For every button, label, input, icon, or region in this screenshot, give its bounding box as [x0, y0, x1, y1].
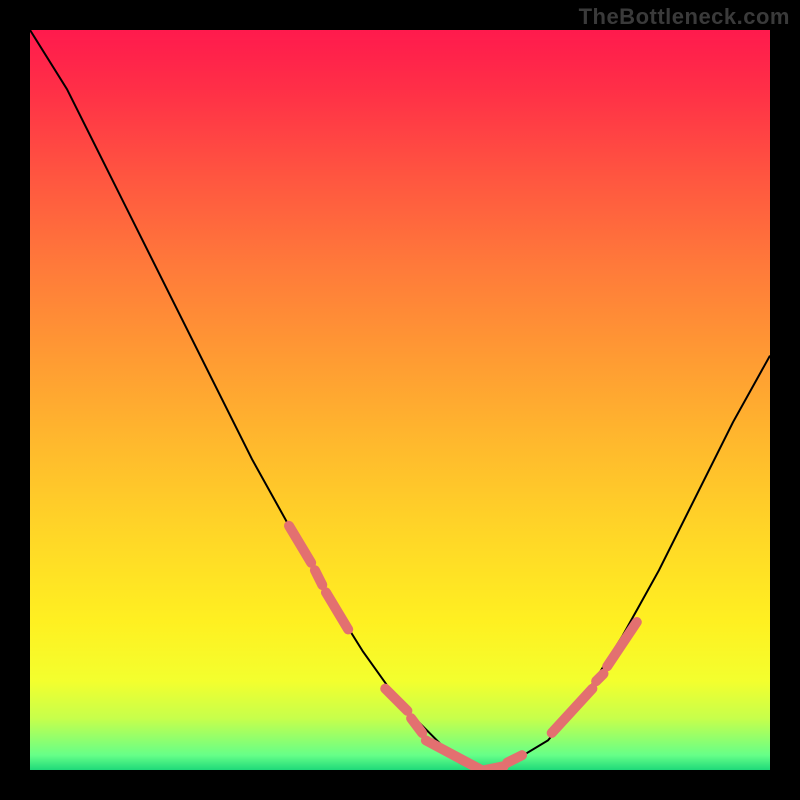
chart-frame: TheBottleneck.com: [0, 0, 800, 800]
highlight-segment: [596, 674, 603, 681]
bottleneck-curve: [30, 30, 770, 770]
highlight-segment: [411, 718, 422, 733]
watermark-text: TheBottleneck.com: [579, 4, 790, 30]
highlighted-ranges: [289, 526, 637, 770]
highlight-segment: [426, 740, 482, 770]
highlight-segment: [385, 689, 407, 711]
highlight-segment: [485, 766, 504, 770]
highlight-segment: [326, 592, 348, 629]
plot-area: [30, 30, 770, 770]
highlight-segment: [552, 689, 593, 733]
highlight-segment: [289, 526, 311, 563]
highlight-segment: [315, 570, 322, 585]
curve-svg: [30, 30, 770, 770]
highlight-segment: [607, 622, 637, 666]
highlight-segment: [507, 755, 522, 762]
